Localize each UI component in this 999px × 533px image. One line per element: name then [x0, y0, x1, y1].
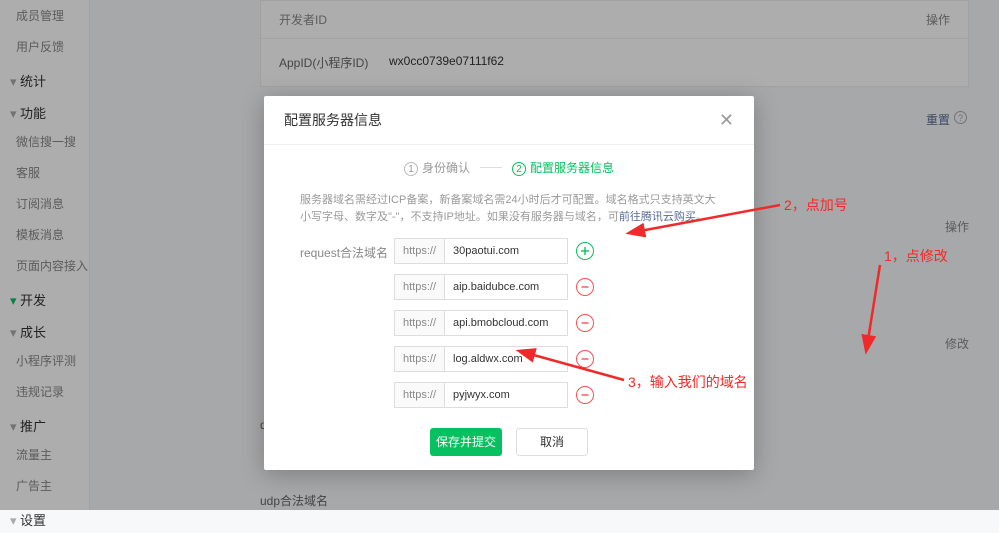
remove-icon[interactable] — [576, 278, 594, 296]
https-prefix: https:// — [394, 346, 444, 372]
domain-input[interactable] — [444, 346, 568, 372]
cancel-button[interactable]: 取消 — [516, 428, 588, 456]
remove-icon[interactable] — [576, 386, 594, 404]
request-domain-label: request合法域名 — [300, 238, 394, 261]
modal-title: 配置服务器信息 — [284, 110, 382, 130]
add-icon[interactable] — [576, 242, 594, 260]
https-prefix: https:// — [394, 274, 444, 300]
step-1: 1身份确认 — [404, 159, 470, 176]
server-config-modal: 配置服务器信息 ✕ 1身份确认 2配置服务器信息 服务器域名需经过ICP备案，新… — [264, 96, 754, 470]
https-prefix: https:// — [394, 310, 444, 336]
remove-icon[interactable] — [576, 350, 594, 368]
step-2: 2配置服务器信息 — [512, 159, 614, 176]
domain-input-list: https:// https:// https:// https:// http… — [394, 238, 718, 418]
https-prefix: https:// — [394, 238, 444, 264]
modal-steps: 1身份确认 2配置服务器信息 — [264, 145, 754, 182]
domain-input[interactable] — [444, 238, 568, 264]
https-prefix: https:// — [394, 382, 444, 408]
remove-icon[interactable] — [576, 314, 594, 332]
modal-notice: 服务器域名需经过ICP备案，新备案域名需24小时后才可配置。域名格式只支持英文大… — [300, 192, 718, 226]
domain-input[interactable] — [444, 310, 568, 336]
domain-input[interactable] — [444, 382, 568, 408]
close-icon[interactable]: ✕ — [719, 111, 734, 129]
domain-input[interactable] — [444, 274, 568, 300]
tencent-cloud-link[interactable]: 前往腾讯云购买 — [619, 211, 696, 223]
save-button[interactable]: 保存并提交 — [430, 428, 502, 456]
